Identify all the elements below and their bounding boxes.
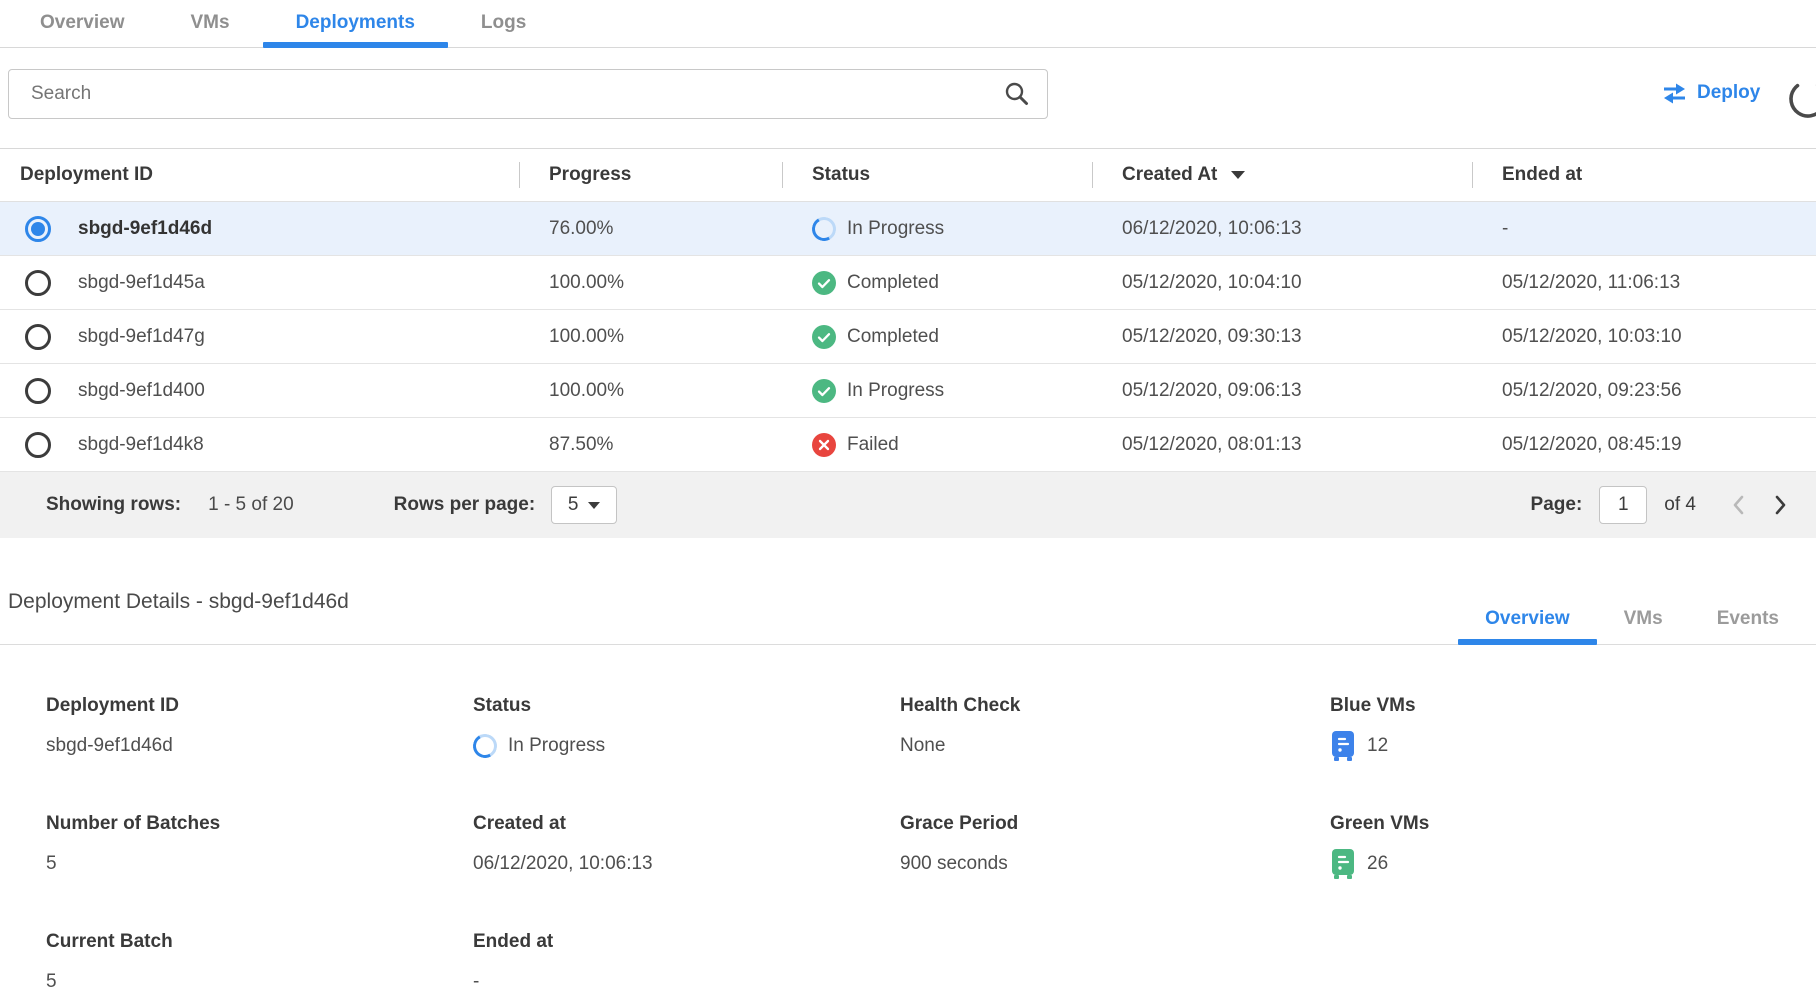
progress-value: 76.00% [519,218,782,240]
rows-per-page-label: Rows per page: [394,494,535,516]
check-circle-icon [812,379,836,403]
row-radio[interactable] [25,432,51,458]
showing-rows-value: 1 - 5 of 20 [208,494,294,516]
status-label: Completed [847,272,939,294]
progress-value: 100.00% [519,326,782,348]
deployment-details-header: Deployment Details - sbgd-9ef1d46d Overv… [0,538,1816,645]
deployment-id: sbgd-9ef1d47g [78,326,205,348]
in-progress-spinner-icon [809,214,838,243]
check-circle-icon [812,325,836,349]
deploy-button[interactable]: Deploy [1656,81,1766,105]
field-number-of-batches: Number of Batches 5 [46,813,473,879]
field-ended-at: Ended at - [473,931,900,997]
created-at-value: 06/12/2020, 10:06:13 [1092,218,1472,240]
field-deployment-id: Deployment ID sbgd-9ef1d46d [46,695,473,761]
blue-vm-server-icon [1330,731,1356,761]
tab-overview[interactable]: Overview [7,0,158,47]
deployment-id: sbgd-9ef1d400 [78,380,205,402]
page-total: of 4 [1664,494,1696,516]
status-label: Completed [847,326,939,348]
table-row[interactable]: sbgd-9ef1d400 100.00% In Progress 05/12/… [0,364,1816,418]
row-radio[interactable] [25,324,51,350]
tab-vms[interactable]: VMs [158,0,263,47]
main-tabbar: Overview VMs Deployments Logs [0,0,1816,48]
row-radio[interactable] [25,378,51,404]
field-status: Status In Progress [473,695,900,761]
field-health-check: Health Check None [900,695,1330,761]
details-tabbar: Overview VMs Events [1458,593,1806,645]
table-row[interactable]: sbgd-9ef1d47g 100.00% Completed 05/12/20… [0,310,1816,364]
col-header-progress[interactable]: Progress [519,149,782,201]
ended-at-value: 05/12/2020, 11:06:13 [1472,272,1816,294]
search-box [8,69,1048,119]
col-header-ended-at[interactable]: Ended at [1472,149,1816,201]
table-row[interactable]: sbgd-9ef1d4k8 87.50% Failed 05/12/2020, … [0,418,1816,472]
rows-per-page-select[interactable]: 5 [551,486,617,524]
ended-at-value: 05/12/2020, 08:45:19 [1472,434,1816,456]
row-radio[interactable] [25,270,51,296]
field-created-at: Created at 06/12/2020, 10:06:13 [473,813,900,879]
ended-at-value: 05/12/2020, 10:03:10 [1472,326,1816,348]
showing-rows-label: Showing rows: [46,494,181,516]
swap-arrows-icon [1662,83,1687,104]
field-green-vms: Green VMs 26 [1330,813,1816,879]
previous-page-icon[interactable] [1727,493,1751,517]
details-grid: Deployment ID sbgd-9ef1d46d Status In Pr… [0,645,1816,997]
next-page-icon[interactable] [1768,493,1792,517]
progress-value: 100.00% [519,272,782,294]
progress-value: 100.00% [519,380,782,402]
deployments-table: Deployment ID Progress Status Created At… [0,148,1816,538]
deployment-id: sbgd-9ef1d46d [78,218,212,240]
col-header-status[interactable]: Status [782,149,1092,201]
in-progress-spinner-icon [470,731,499,760]
col-header-deployment-id[interactable]: Deployment ID [0,149,519,201]
created-at-value: 05/12/2020, 09:06:13 [1092,380,1472,402]
field-blue-vms: Blue VMs 12 [1330,695,1816,761]
details-tab-vms[interactable]: VMs [1597,593,1690,645]
field-grace-period: Grace Period 900 seconds [900,813,1330,879]
page-label: Page: [1531,494,1583,516]
table-row[interactable]: sbgd-9ef1d46d 76.00% In Progress 06/12/2… [0,202,1816,256]
deployment-id: sbgd-9ef1d4k8 [78,434,204,456]
search-input[interactable] [8,69,1048,119]
tab-deployments[interactable]: Deployments [263,0,448,47]
search-icon [1004,81,1030,107]
row-radio-selected[interactable] [25,216,51,242]
deploy-label: Deploy [1697,82,1760,104]
pager: Page: of 4 [1531,472,1792,538]
ended-at-value: 05/12/2020, 09:23:56 [1472,380,1816,402]
progress-value: 87.50% [519,434,782,456]
refresh-icon[interactable] [1786,77,1816,121]
table-row[interactable]: sbgd-9ef1d45a 100.00% Completed 05/12/20… [0,256,1816,310]
col-header-created-at[interactable]: Created At [1092,149,1472,201]
check-circle-icon [812,271,836,295]
tab-logs[interactable]: Logs [448,0,559,47]
created-at-value: 05/12/2020, 08:01:13 [1092,434,1472,456]
deployment-details-title: Deployment Details - sbgd-9ef1d46d [8,590,349,614]
details-tab-events[interactable]: Events [1690,593,1806,645]
sort-desc-icon[interactable] [1231,171,1245,179]
status-label: In Progress [847,380,944,402]
chevron-down-icon [588,502,600,509]
deployment-id: sbgd-9ef1d45a [78,272,205,294]
table-pagination: Showing rows: 1 - 5 of 20 Rows per page:… [0,472,1816,538]
green-vm-server-icon [1330,849,1356,879]
table-header: Deployment ID Progress Status Created At… [0,149,1816,202]
ended-at-value: - [1472,218,1816,240]
status-label: Failed [847,434,899,456]
page-number-input[interactable] [1599,486,1647,524]
created-at-value: 05/12/2020, 10:04:10 [1092,272,1472,294]
status-label: In Progress [847,218,944,240]
error-circle-icon [812,433,836,457]
details-tab-overview[interactable]: Overview [1458,593,1597,645]
toolbar: Deploy [0,69,1816,119]
created-at-value: 05/12/2020, 09:30:13 [1092,326,1472,348]
field-current-batch: Current Batch 5 [46,931,473,997]
